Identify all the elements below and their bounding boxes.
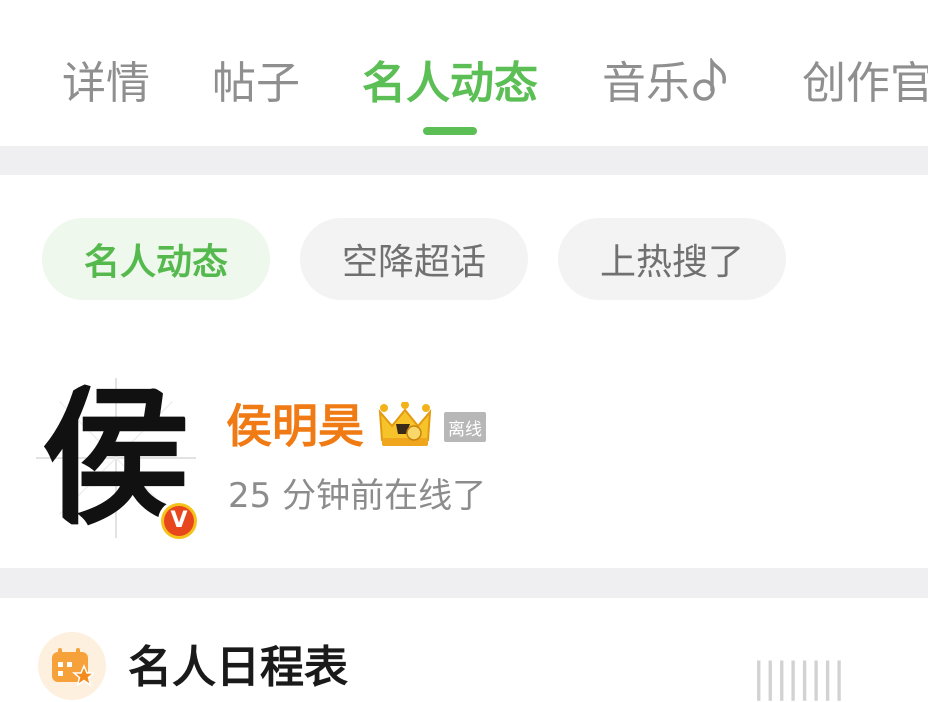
offline-status-badge: 离线	[444, 412, 486, 442]
active-tab-indicator	[423, 127, 477, 135]
tab-creators[interactable]: 创作官	[802, 56, 928, 112]
verified-badge-letter: V	[164, 506, 194, 536]
tab-music-label: 音乐	[602, 58, 690, 109]
tab-details[interactable]: 详情	[62, 56, 150, 112]
chip-trending[interactable]: 上热搜了	[558, 218, 786, 300]
section-divider-2	[0, 568, 928, 598]
top-tab-bar: 详情 帖子 名人动态 音乐 创作官	[0, 0, 928, 146]
music-note-icon	[692, 56, 730, 116]
watermark: ||||||||	[752, 655, 846, 701]
section-divider	[0, 146, 928, 175]
chip-celebrity-news[interactable]: 名人动态	[42, 218, 270, 300]
crown-level-icon	[376, 401, 434, 452]
chip-airdrop-supertopic[interactable]: 空降超话	[300, 218, 528, 300]
schedule-title: 名人日程表	[128, 642, 348, 693]
tab-posts[interactable]: 帖子	[212, 56, 300, 112]
tab-music[interactable]: 音乐	[602, 56, 730, 116]
verified-v-icon: V	[158, 500, 200, 542]
calendar-star-icon	[38, 632, 106, 700]
last-online-text: 25 分钟前在线了	[228, 476, 487, 516]
celebrity-name[interactable]: 侯明昊	[226, 398, 364, 454]
tab-celebrity-news[interactable]: 名人动态	[362, 56, 538, 112]
